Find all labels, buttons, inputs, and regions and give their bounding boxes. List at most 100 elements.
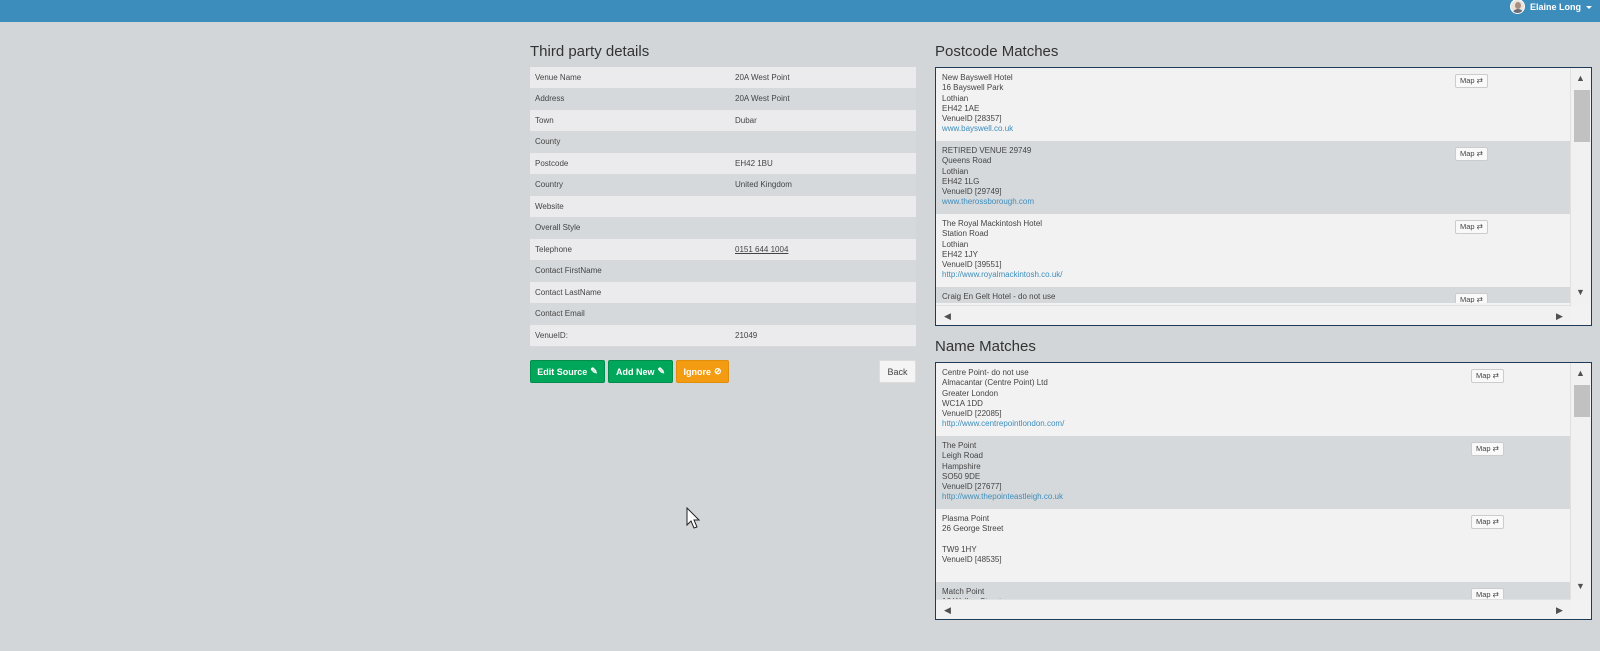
add-new-button[interactable]: Add New ✎ (608, 360, 673, 383)
detail-row: Contact Email (530, 303, 916, 325)
postcode-scroll-thumb[interactable] (1574, 90, 1590, 142)
venue-website-link[interactable]: http://www.thepointeastleigh.co.uk (942, 492, 1565, 502)
user-menu[interactable]: Elaine Long (1509, 0, 1592, 14)
scroll-up-icon[interactable]: ▲ (1576, 369, 1585, 378)
venue-venue-id: VenueID [27677] (942, 482, 1002, 492)
detail-row: Postcode EH42 1BU (530, 153, 916, 175)
venue-website-link[interactable]: http://www.royalmackintosh.co.uk/ (942, 270, 1565, 280)
scroll-right-icon[interactable]: ▶ (1556, 312, 1563, 321)
detail-row: Website (530, 196, 916, 218)
scroll-right-icon[interactable]: ▶ (1556, 606, 1563, 615)
exchange-icon: ⇄ (1492, 516, 1499, 526)
venue-venue-id: VenueID [39551] (942, 260, 1002, 270)
map-button[interactable]: Map ⇄ (1471, 515, 1504, 529)
ignore-label: Ignore (683, 366, 711, 377)
postcode-matches-list: New Bayswell Hotel 16 Bayswell Park Lothia… (936, 68, 1571, 303)
detail-row: Contact FirstName (530, 260, 916, 282)
venue-venue-id: VenueID [22085] (942, 409, 1002, 419)
detail-row: Country United Kingdom (530, 174, 916, 196)
back-label: Back (887, 366, 908, 377)
exchange-icon: ⇄ (1476, 148, 1483, 158)
venue-website-link[interactable]: www.therossborough.com (942, 197, 1565, 207)
ignore-button[interactable]: Ignore ⊘ (676, 360, 729, 383)
match-item: The Point Leigh Road Hampshire SO50 9DE Venu… (936, 436, 1571, 509)
telephone-link[interactable]: 0151 644 1004 (735, 245, 916, 254)
match-item: RETIRED VENUE 29749 Queens Road Lothian EH4… (936, 141, 1571, 214)
name-horizontal-scrollbar[interactable]: ◀ ▶ (936, 599, 1571, 619)
venue-venue-id: VenueID [48535] (942, 555, 1002, 565)
exchange-icon: ⇄ (1476, 221, 1483, 231)
detail-value: 20A West Point (735, 94, 790, 104)
name-matches-list: Centre Point- do not use Almacantar (Cent… (936, 363, 1571, 599)
detail-label: Country (535, 180, 564, 190)
venue-venue-id: VenueID [29749] (942, 187, 1002, 197)
detail-label: Contact FirstName (535, 266, 602, 276)
detail-value: EH42 1BU (735, 158, 773, 168)
third-party-title: Third party details (530, 43, 650, 60)
detail-label: Telephone (535, 244, 572, 254)
map-button[interactable]: Map ⇄ (1455, 293, 1488, 303)
exchange-icon: ⇄ (1476, 294, 1483, 303)
venue-postcode: EH42 1AE (942, 103, 980, 113)
venue-county: Lothian (942, 93, 969, 103)
detail-label: County (535, 137, 561, 147)
map-button[interactable]: Map ⇄ (1471, 588, 1504, 599)
detail-value: United Kingdom (735, 180, 792, 190)
exchange-icon: ⇄ (1476, 75, 1483, 85)
postcode-horizontal-scrollbar[interactable]: ◀ ▶ (936, 305, 1571, 325)
match-item: Craig En Gelt Hotel - do not use Map ⇄ (936, 287, 1571, 303)
venue-postcode: SO50 9DE (942, 471, 981, 481)
postcode-matches-panel[interactable]: New Bayswell Hotel 16 Bayswell Park Lothia… (935, 67, 1592, 326)
exchange-icon: ⇄ (1492, 370, 1499, 380)
caret-down-icon (1586, 5, 1592, 9)
map-button[interactable]: Map ⇄ (1455, 220, 1488, 234)
detail-row: County (530, 131, 916, 153)
top-navbar: Elaine Long (0, 0, 1600, 22)
scroll-down-icon[interactable]: ▼ (1576, 582, 1585, 591)
venue-postcode: EH42 1JY (942, 249, 979, 259)
scroll-down-icon[interactable]: ▼ (1576, 288, 1585, 297)
add-new-label: Add New (615, 366, 655, 377)
detail-row: VenueID: 21049 (530, 325, 916, 347)
edit-source-button[interactable]: Edit Source ✎ (530, 360, 605, 383)
map-label: Map (1476, 443, 1491, 453)
match-item: Centre Point- do not use Almacantar (Cent… (936, 363, 1571, 436)
detail-row: Overall Style (530, 217, 916, 239)
postcode-vertical-scrollbar[interactable]: ▲ ▼ (1570, 68, 1591, 305)
user-name: Elaine Long (1529, 2, 1581, 12)
name-scroll-thumb[interactable] (1574, 385, 1590, 417)
map-button[interactable]: Map ⇄ (1455, 147, 1488, 161)
map-button[interactable]: Map ⇄ (1471, 369, 1504, 383)
name-matches-panel[interactable]: Centre Point- do not use Almacantar (Cent… (935, 362, 1592, 620)
venue-county (942, 535, 1565, 545)
map-button[interactable]: Map ⇄ (1471, 442, 1504, 456)
exchange-icon: ⇄ (1492, 443, 1499, 453)
scroll-up-icon[interactable]: ▲ (1576, 74, 1585, 83)
venue-website-link[interactable]: http://www.centrepointlondon.com/ (942, 419, 1565, 429)
detail-label: VenueID: (535, 330, 568, 340)
venue-postcode: EH42 1LG (942, 176, 980, 186)
name-vertical-scrollbar[interactable]: ▲ ▼ (1570, 363, 1591, 599)
map-label: Map (1476, 516, 1491, 526)
detail-value: Dubar (735, 115, 757, 125)
detail-label: Website (535, 201, 564, 211)
map-label: Map (1460, 221, 1475, 231)
venue-venue-id: VenueID [28357] (942, 114, 1002, 124)
detail-row: Town Dubar (530, 110, 916, 132)
exchange-icon: ⇄ (1492, 589, 1499, 599)
map-label: Map (1476, 589, 1491, 599)
map-label: Map (1460, 75, 1475, 85)
edit-icon: ✎ (590, 366, 598, 376)
back-button[interactable]: Back (879, 360, 916, 383)
venue-website-link[interactable]: www.bayswell.co.uk (942, 124, 1565, 134)
detail-label: Overall Style (535, 223, 581, 233)
venue-county: Greater London (942, 388, 999, 398)
scroll-left-icon[interactable]: ◀ (944, 312, 951, 321)
scroll-left-icon[interactable]: ◀ (944, 606, 951, 615)
venue-postcode: WC1A 1DD (942, 398, 983, 408)
venue-county: Lothian (942, 166, 969, 176)
detail-label: Contact LastName (535, 287, 602, 297)
map-button[interactable]: Map ⇄ (1455, 74, 1488, 88)
map-label: Map (1460, 294, 1475, 303)
detail-row: Telephone 0151 644 1004 (530, 239, 916, 261)
